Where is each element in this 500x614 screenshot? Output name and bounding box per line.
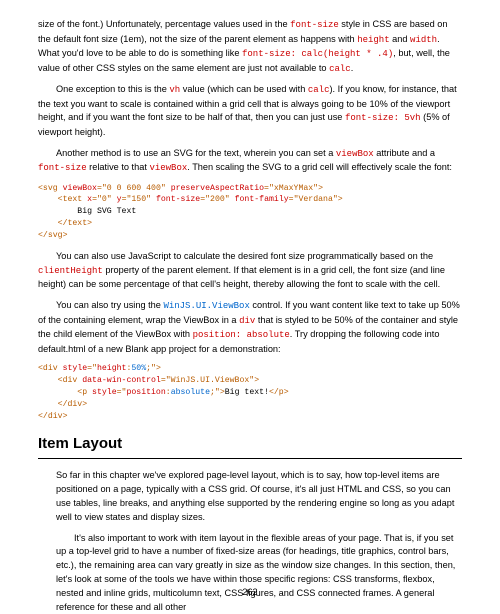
paragraph-1: size of the font.) Unfortunately, percen… [38, 18, 462, 76]
code-viewbox1: viewBox [336, 149, 374, 159]
code-winjs-viewbox: WinJS.UI.ViewBox [163, 301, 249, 311]
code-calc-expr: font-size: calc(height * .4) [242, 49, 393, 59]
code-fontsize-5vh: font-size: 5vh [345, 113, 421, 123]
code-calc2: calc [308, 85, 330, 95]
page-number: 262 [0, 586, 500, 600]
paragraph-2: One exception to this is the vh value (w… [38, 83, 462, 140]
heading-item-layout: Item Layout [38, 433, 462, 456]
paragraph-4: You can also use JavaScript to calculate… [38, 250, 462, 292]
heading-rule [38, 458, 462, 459]
code-fontsize: font-size [290, 20, 339, 30]
code-calc: calc [329, 64, 351, 74]
code-fontsize2: font-size [38, 163, 87, 173]
div-code-block: <div style="height:50%;"> <div data-win-… [38, 363, 462, 422]
paragraph-5: You can also try using the WinJS.UI.View… [38, 299, 462, 356]
code-clientheight: clientHeight [38, 266, 103, 276]
svg-code-block: <svg viewBox="0 0 600 400" preserveAspec… [38, 183, 462, 242]
code-div: div [239, 316, 255, 326]
paragraph-3: Another method is to use an SVG for the … [38, 147, 462, 176]
code-vh: vh [169, 85, 180, 95]
code-height: height [357, 35, 389, 45]
code-viewbox2: viewBox [149, 163, 187, 173]
paragraph-6: So far in this chapter we've explored pa… [56, 469, 462, 524]
paragraph-7: It's also important to work with item la… [56, 532, 462, 614]
code-position-absolute: position: absolute [193, 330, 290, 340]
code-width: width [410, 35, 437, 45]
